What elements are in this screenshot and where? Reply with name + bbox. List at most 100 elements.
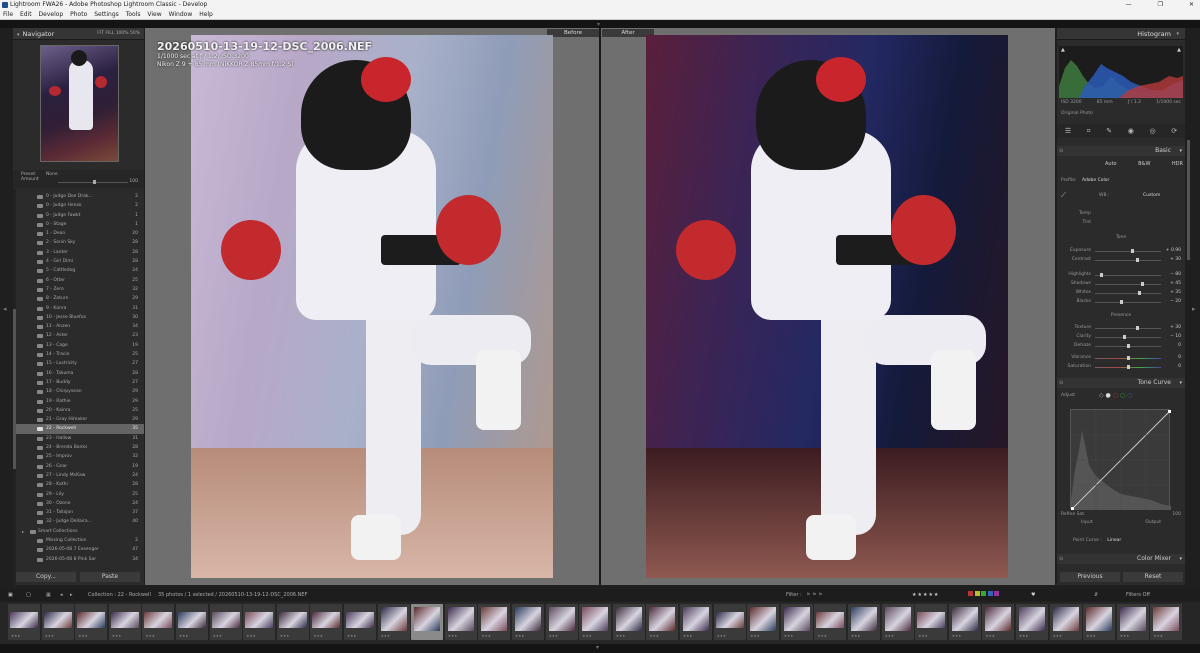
minimize-icon[interactable]: — — [1126, 0, 1132, 10]
collection-item[interactable]: 17 - Buddy 27 — [16, 378, 144, 387]
menu-view[interactable]: View — [147, 11, 161, 18]
collection-item[interactable]: 9 - Kanra 31 — [16, 304, 144, 313]
monitor-2-icon[interactable]: ▢ — [26, 589, 31, 601]
slider-track[interactable] — [1095, 336, 1161, 338]
collapse-triangle-icon[interactable]: ▾ — [1179, 554, 1182, 564]
bottom-panel-grip[interactable]: ▾ — [0, 644, 1200, 653]
slider-knob[interactable] — [1119, 300, 1123, 304]
navigator-header[interactable]: ▾ Navigator FIT FILL 100% 50% — [13, 28, 144, 40]
filmstrip-thumbnail[interactable]: ★★★ — [344, 604, 376, 640]
collection-item[interactable]: 7 - Zero 32 — [16, 285, 144, 294]
slider-knob[interactable] — [1136, 326, 1140, 330]
slider-value[interactable]: + 0.90 — [1163, 247, 1181, 255]
filmstrip-thumbnail[interactable]: ★★★ — [1116, 604, 1149, 640]
slider-track[interactable] — [1095, 283, 1161, 285]
filmstrip-thumbnail[interactable]: ★★★ — [1016, 604, 1048, 640]
filters-off-select[interactable]: Filters Off — [1126, 589, 1150, 601]
collection-item[interactable]: 30 - Ozone 24 — [16, 499, 144, 508]
collection-item[interactable]: 18 - Chirpysean 29 — [16, 387, 144, 396]
point-curve-white-icon[interactable]: ● — [1106, 392, 1111, 399]
collection-item[interactable]: 14 - Tracie 25 — [16, 350, 144, 359]
filmstrip-thumbnail[interactable]: ★★★ — [579, 604, 612, 640]
menu-develop[interactable]: Develop — [39, 11, 64, 18]
filmstrip-thumbnail[interactable]: ★★★ — [982, 604, 1015, 640]
right-panel-scrollbar[interactable] — [1187, 140, 1190, 260]
menu-edit[interactable]: Edit — [20, 11, 32, 18]
highlight-clip-icon[interactable]: ▲ — [1177, 47, 1181, 53]
close-icon[interactable]: ✕ — [1189, 0, 1194, 10]
forward-arrow-icon[interactable]: ▸ — [70, 589, 73, 601]
parametric-curve-icon[interactable]: ◇ — [1099, 392, 1104, 399]
collection-item[interactable]: Missing Collection 2 — [16, 536, 144, 545]
slider-knob[interactable] — [1100, 273, 1104, 277]
filmstrip-thumbnail[interactable]: ★★★ — [713, 604, 746, 640]
filmstrip-thumbnail[interactable]: ★★★ — [948, 604, 981, 640]
slider-track[interactable] — [1095, 274, 1161, 276]
eye-icon[interactable]: ⊙ — [1059, 146, 1063, 156]
collection-item[interactable]: 6 - Otter 25 — [16, 276, 144, 285]
copy-button[interactable]: Copy... — [16, 572, 76, 582]
maximize-icon[interactable]: ❐ — [1158, 0, 1163, 10]
filmstrip-thumbnail[interactable]: ★★★ — [377, 604, 410, 640]
auto-button[interactable]: Auto — [1105, 161, 1117, 167]
heart-icon[interactable]: ♥ — [1031, 589, 1035, 601]
menu-window[interactable]: Window — [169, 11, 193, 18]
collection-item[interactable]: 2 - Sonin Sky 28 — [16, 238, 144, 247]
shadow-clip-icon[interactable]: ▲ — [1061, 47, 1065, 53]
bw-button[interactable]: B&W — [1138, 161, 1150, 167]
slider-value[interactable]: − 20 — [1163, 298, 1181, 306]
collection-item[interactable]: 11 - Anzen 34 — [16, 322, 144, 331]
filmstrip-thumbnail[interactable]: ★★★ — [276, 604, 309, 640]
collection-item[interactable]: 27 - Lindy McKaw 24 — [16, 471, 144, 480]
collection-item[interactable]: 26 - Gnar 19 — [16, 462, 144, 471]
presets-icon[interactable]: ⟳ — [1171, 127, 1177, 135]
slider-value[interactable]: + 30 — [1163, 324, 1181, 332]
flag-filter-icons[interactable]: ⚑ ⚑ ⚑ — [806, 589, 823, 601]
filmstrip-thumbnail[interactable]: ★★★ — [176, 604, 208, 640]
slider-knob[interactable] — [1137, 291, 1141, 295]
profile-select[interactable]: Adobe Color — [1082, 178, 1109, 183]
filmstrip-thumbnail[interactable]: ★★★ — [780, 604, 813, 640]
collection-item[interactable]: ▸ Smart Collections — [16, 527, 144, 536]
collapse-triangle-icon[interactable]: ▾ — [17, 32, 20, 38]
collection-item[interactable]: 29 - Lily 25 — [16, 490, 144, 499]
collection-item[interactable]: 12 - Aster 23 — [16, 331, 144, 340]
slider-track[interactable] — [1095, 250, 1161, 252]
collection-item[interactable]: 5 - Cattledog 24 — [16, 266, 144, 275]
filmstrip-thumbnail[interactable]: ★★★ — [612, 604, 645, 640]
rating-filter-stars[interactable]: ★★★★★ — [912, 589, 939, 601]
slider-value[interactable]: + 45 — [1163, 280, 1181, 288]
collection-item[interactable]: 4 - Girl Dimi 28 — [16, 257, 144, 266]
slider-knob[interactable] — [1136, 258, 1140, 262]
filmstrip-thumbnail[interactable]: ★★★ — [1049, 604, 1082, 640]
collapse-triangle-icon[interactable]: ▾ — [1179, 146, 1182, 156]
filmstrip-thumbnail[interactable]: ★★★ — [680, 604, 712, 640]
filmstrip-thumbnail[interactable]: ★★★ — [814, 604, 847, 640]
collapse-bottom-icon[interactable]: ▾ — [596, 644, 599, 651]
color-mixer-header[interactable]: ⊙ Color Mixer ▾ — [1057, 554, 1185, 564]
slider-value[interactable]: + 30 — [1163, 256, 1181, 264]
lock-icon[interactable]: ⇵ — [1094, 589, 1098, 601]
navigator-preview[interactable] — [40, 45, 119, 162]
filmstrip-thumbnail[interactable]: ★★★ — [310, 604, 343, 640]
amount-slider-knob[interactable] — [93, 180, 96, 184]
crop-icon[interactable]: ⌗ — [1087, 127, 1091, 136]
slider-knob[interactable] — [1141, 282, 1145, 286]
filmstrip-thumbnail[interactable]: ★★★ — [75, 604, 108, 640]
tone-curve-graph[interactable] — [1070, 409, 1172, 511]
collection-item[interactable]: 23 - Hallow 31 — [16, 434, 144, 443]
masking-icon[interactable]: ◎ — [1150, 127, 1156, 135]
color-label-filter[interactable] — [968, 589, 1000, 601]
collection-item[interactable]: 21 - Gray Himaker 29 — [16, 415, 144, 424]
slider-value[interactable]: 0 — [1163, 354, 1181, 362]
slider-track[interactable] — [1095, 292, 1161, 294]
navigator-zoom-options[interactable]: FIT FILL 100% 50% — [97, 28, 140, 40]
grid-view-icon[interactable]: ▦ — [46, 589, 51, 601]
filmstrip-thumbnail[interactable]: ★★★ — [444, 604, 477, 640]
wb-select[interactable]: Custom — [1143, 193, 1160, 198]
filmstrip-thumbnail[interactable]: ★★★ — [848, 604, 880, 640]
collection-item[interactable]: 0 - Stage 1 — [16, 220, 144, 229]
hdr-button[interactable]: HDR — [1172, 161, 1183, 167]
collapse-triangle-icon[interactable]: ▾ — [1176, 28, 1179, 40]
menu-settings[interactable]: Settings — [94, 11, 119, 18]
